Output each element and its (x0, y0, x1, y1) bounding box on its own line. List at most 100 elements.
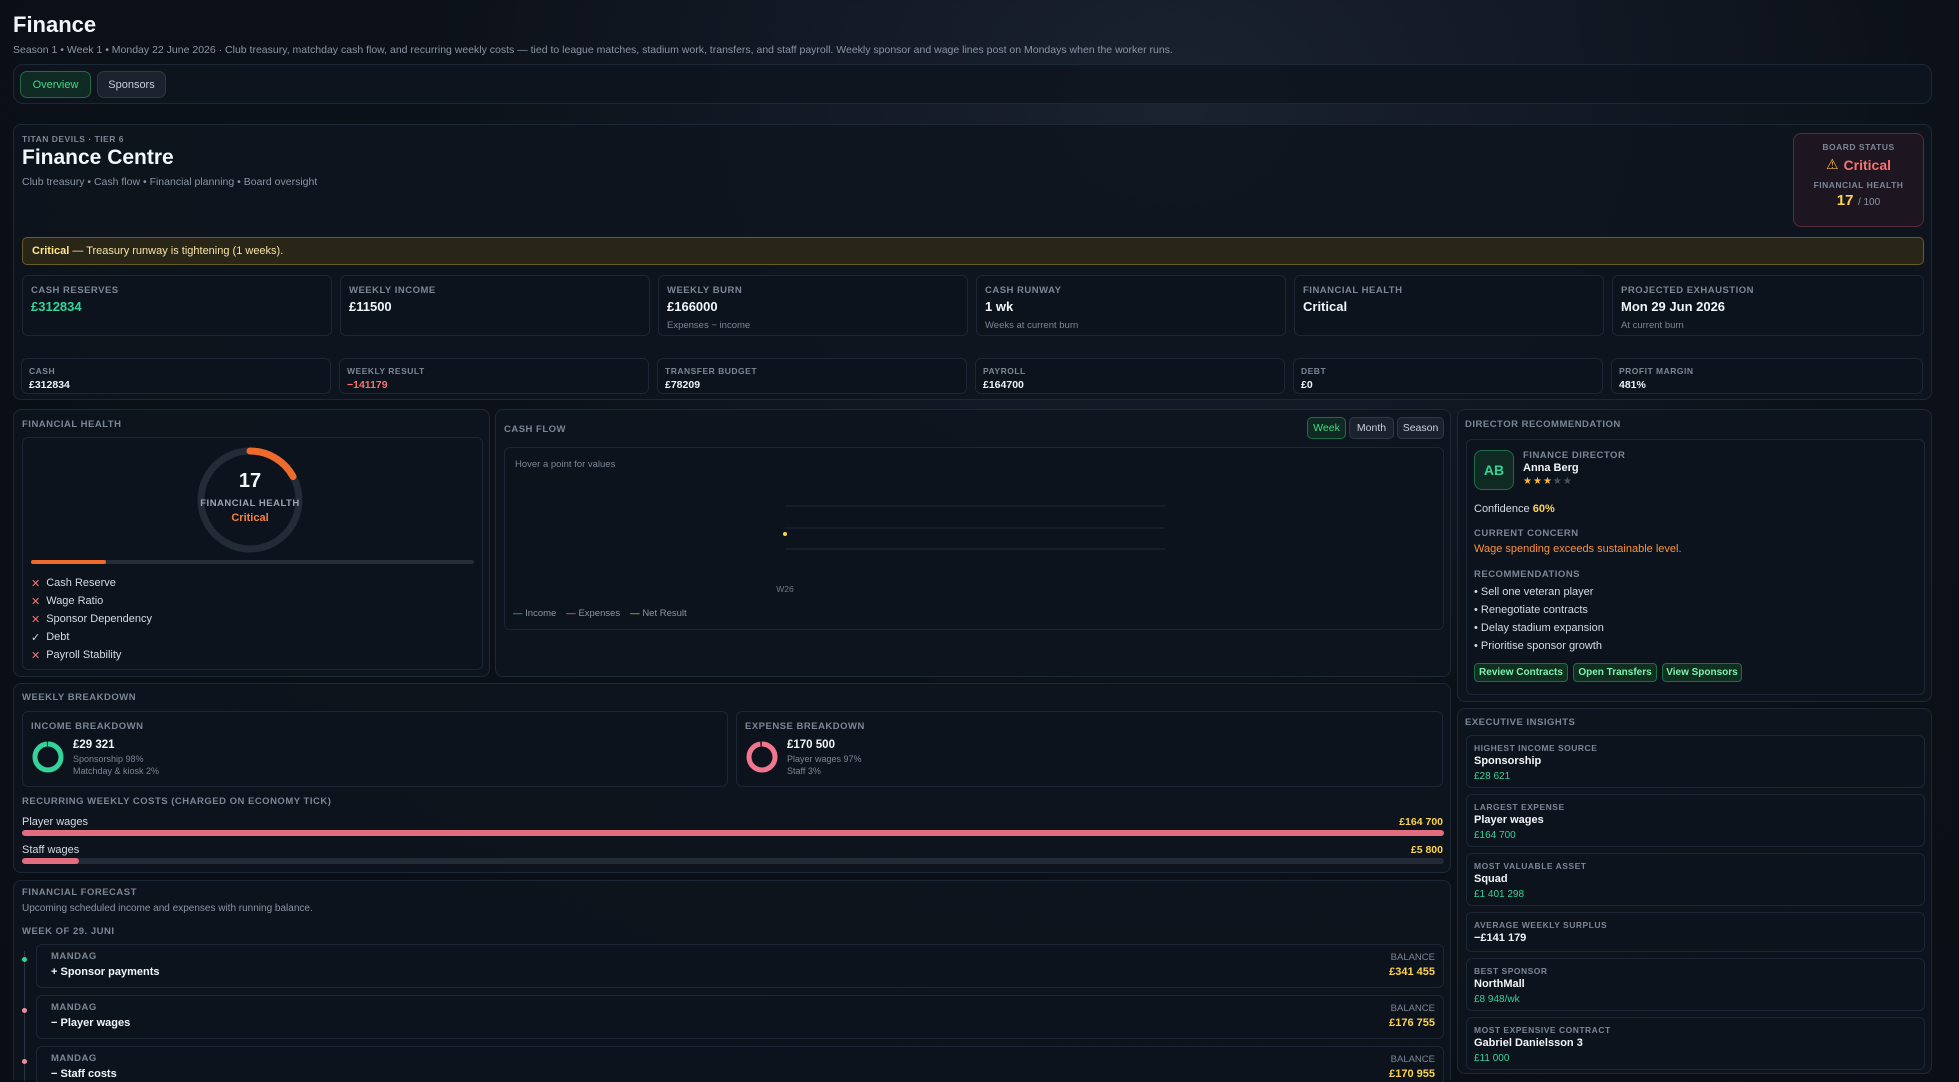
kpi-value: £11500 (349, 299, 392, 314)
kpi-note: Weeks at current burn (985, 320, 1079, 331)
tab-bar: Overview Sponsors (13, 64, 1932, 104)
board-status-label: BOARD STATUS (1822, 142, 1895, 152)
concern-text: Wage spending exceeds sustainable level. (1474, 543, 1682, 555)
recommendation-item: • Prioritise sponsor growth (1474, 640, 1602, 652)
expense-line: Player wages 97% (787, 754, 862, 764)
health-check-item: ✕ Wage Ratio (31, 592, 152, 610)
director-card: AB FINANCE DIRECTOR Anna Berg ★★★★★ Conf… (1466, 439, 1925, 695)
mini-profit-margin: PROFIT MARGIN 481% (1611, 358, 1923, 394)
insight-title: Player wages (1474, 814, 1544, 826)
insight-title: Squad (1474, 873, 1508, 885)
mini-value: £312834 (29, 379, 70, 391)
kpi-label: CASH RUNWAY (985, 285, 1062, 296)
confidence-value: 60% (1532, 503, 1555, 515)
check-label: Cash Reserve (46, 577, 116, 589)
expense-donut (746, 741, 778, 773)
forecast-label: − Player wages (51, 1017, 131, 1029)
section-heading: EXECUTIVE INSIGHTS (1465, 717, 1576, 728)
confidence-label: Confidence (1474, 503, 1530, 515)
range-week-button[interactable]: Week (1307, 417, 1346, 439)
forecast-week-label: WEEK OF 29. JUNI (22, 926, 115, 937)
mini-value: −141179 (347, 379, 388, 391)
kpi-label: WEEKLY INCOME (349, 285, 436, 296)
cost-label: Player wages (22, 816, 89, 828)
mini-value: £0 (1301, 379, 1313, 391)
health-ring-score: 17 (238, 470, 262, 492)
balance-label: BALANCE (1390, 1003, 1435, 1014)
section-heading: FINANCIAL FORECAST (22, 887, 137, 898)
expense-breakdown-card: EXPENSE BREAKDOWN £170 500 Player wages … (736, 711, 1443, 787)
balance-label: BALANCE (1390, 952, 1435, 963)
open-transfers-button[interactable]: Open Transfers (1573, 663, 1657, 682)
insight-card: LARGEST EXPENSE Player wages £164 700 (1466, 794, 1925, 847)
insight-label: AVERAGE WEEKLY SURPLUS (1474, 920, 1608, 930)
timeline-dot (22, 1008, 27, 1013)
check-label: Payroll Stability (46, 649, 122, 661)
point-net-result[interactable] (783, 532, 787, 536)
forecast-panel: FINANCIAL FORECAST Upcoming scheduled in… (13, 880, 1451, 1082)
forecast-subtitle: Upcoming scheduled income and expenses w… (22, 903, 313, 914)
kpi-value: £166000 (667, 299, 718, 314)
kpi-value: £312834 (31, 299, 82, 314)
kpi-label: PROJECTED EXHAUSTION (1621, 285, 1754, 296)
section-heading: DIRECTOR RECOMMENDATION (1465, 419, 1621, 430)
forecast-day: MANDAG (51, 951, 97, 962)
tab-sponsors[interactable]: Sponsors (97, 71, 166, 98)
section-heading: CASH FLOW (504, 424, 567, 435)
tab-overview[interactable]: Overview (20, 71, 91, 98)
health-progress-track (31, 560, 474, 564)
range-month-button[interactable]: Month (1349, 417, 1394, 439)
forecast-day: MANDAG (51, 1053, 97, 1064)
expense-line: Staff 3% (787, 766, 821, 776)
insight-label: LARGEST EXPENSE (1474, 802, 1565, 812)
executive-insights-panel: EXECUTIVE INSIGHTS HIGHEST INCOME SOURCE… (1457, 708, 1932, 1074)
health-ring-status: Critical (231, 512, 269, 524)
insight-label: HIGHEST INCOME SOURCE (1474, 743, 1598, 753)
recommendation-item: • Renegotiate contracts (1474, 604, 1588, 616)
expense-total: £170 500 (787, 739, 835, 751)
health-max: / 100 (1857, 197, 1881, 208)
insight-value: £1 401 298 (1474, 889, 1525, 900)
cross-icon: ✕ (31, 613, 41, 626)
kpi-value: Mon 29 Jun 2026 (1621, 299, 1726, 314)
view-sponsors-button[interactable]: View Sponsors (1662, 663, 1742, 682)
cross-icon: ✕ (31, 577, 41, 590)
insight-value: £8 948/wk (1474, 994, 1520, 1005)
legend-net-result: — Net Result (630, 608, 687, 619)
cost-value: £164 700 (1399, 816, 1443, 828)
cash-flow-panel: CASH FLOW Week Month Season Hover a poin… (495, 409, 1451, 677)
insight-card: HIGHEST INCOME SOURCE Sponsorship £28 62… (1466, 735, 1925, 788)
star-icon: ★ (1523, 476, 1533, 487)
range-season-button[interactable]: Season (1397, 417, 1444, 439)
cost-label: Staff wages (22, 844, 80, 856)
insight-card: BEST SPONSOR NorthMall £8 948/wk (1466, 958, 1925, 1011)
x-tick-label: W26 (776, 584, 794, 594)
review-contracts-button[interactable]: Review Contracts (1474, 663, 1568, 682)
insight-value: £164 700 (1474, 830, 1516, 841)
kpi-note: Expenses − income (667, 320, 751, 331)
legend-income: — Income (513, 608, 557, 619)
kpi-weekly-income: WEEKLY INCOME £11500 (340, 275, 650, 336)
director-rating: ★★★★★ (1523, 476, 1573, 487)
recurring-costs-label: RECURRING WEEKLY COSTS (CHARGED ON ECONO… (22, 796, 332, 807)
health-check-item: ✓ Debt (31, 628, 152, 646)
warning-icon: ⚠ (1825, 156, 1839, 172)
health-ring-label: FINANCIAL HEALTH (200, 498, 300, 509)
cash-flow-chart[interactable]: W26 (505, 448, 1445, 631)
health-score: 17 (1836, 192, 1854, 209)
insight-title: Sponsorship (1474, 755, 1542, 767)
mini-stats-row: CASH £312834 WEEKLY RESULT −141179 TRANS… (13, 354, 1932, 400)
director-name: Anna Berg (1523, 462, 1579, 474)
page-subtitle: Season 1 • Week 1 • Monday 22 June 2026 … (13, 44, 1173, 56)
cash-flow-chart-card: Hover a point for values W26 — Income — … (504, 447, 1444, 630)
star-icon: ★ (1562, 476, 1573, 487)
insight-label: MOST VALUABLE ASSET (1474, 861, 1587, 871)
balance-value: £341 455 (1389, 966, 1435, 978)
mini-transfer-budget: TRANSFER BUDGET £78209 (657, 358, 967, 394)
forecast-item: MANDAG + Sponsor payments BALANCE £341 4… (36, 944, 1444, 988)
income-line: Sponsorship 98% (73, 754, 144, 764)
insight-card: MOST EXPENSIVE CONTRACT Gabriel Danielss… (1466, 1017, 1925, 1070)
forecast-item: MANDAG − Staff costs BALANCE £170 955 (36, 1046, 1444, 1082)
star-icon: ★ (1532, 476, 1543, 487)
kpi-label: CASH RESERVES (31, 285, 119, 296)
